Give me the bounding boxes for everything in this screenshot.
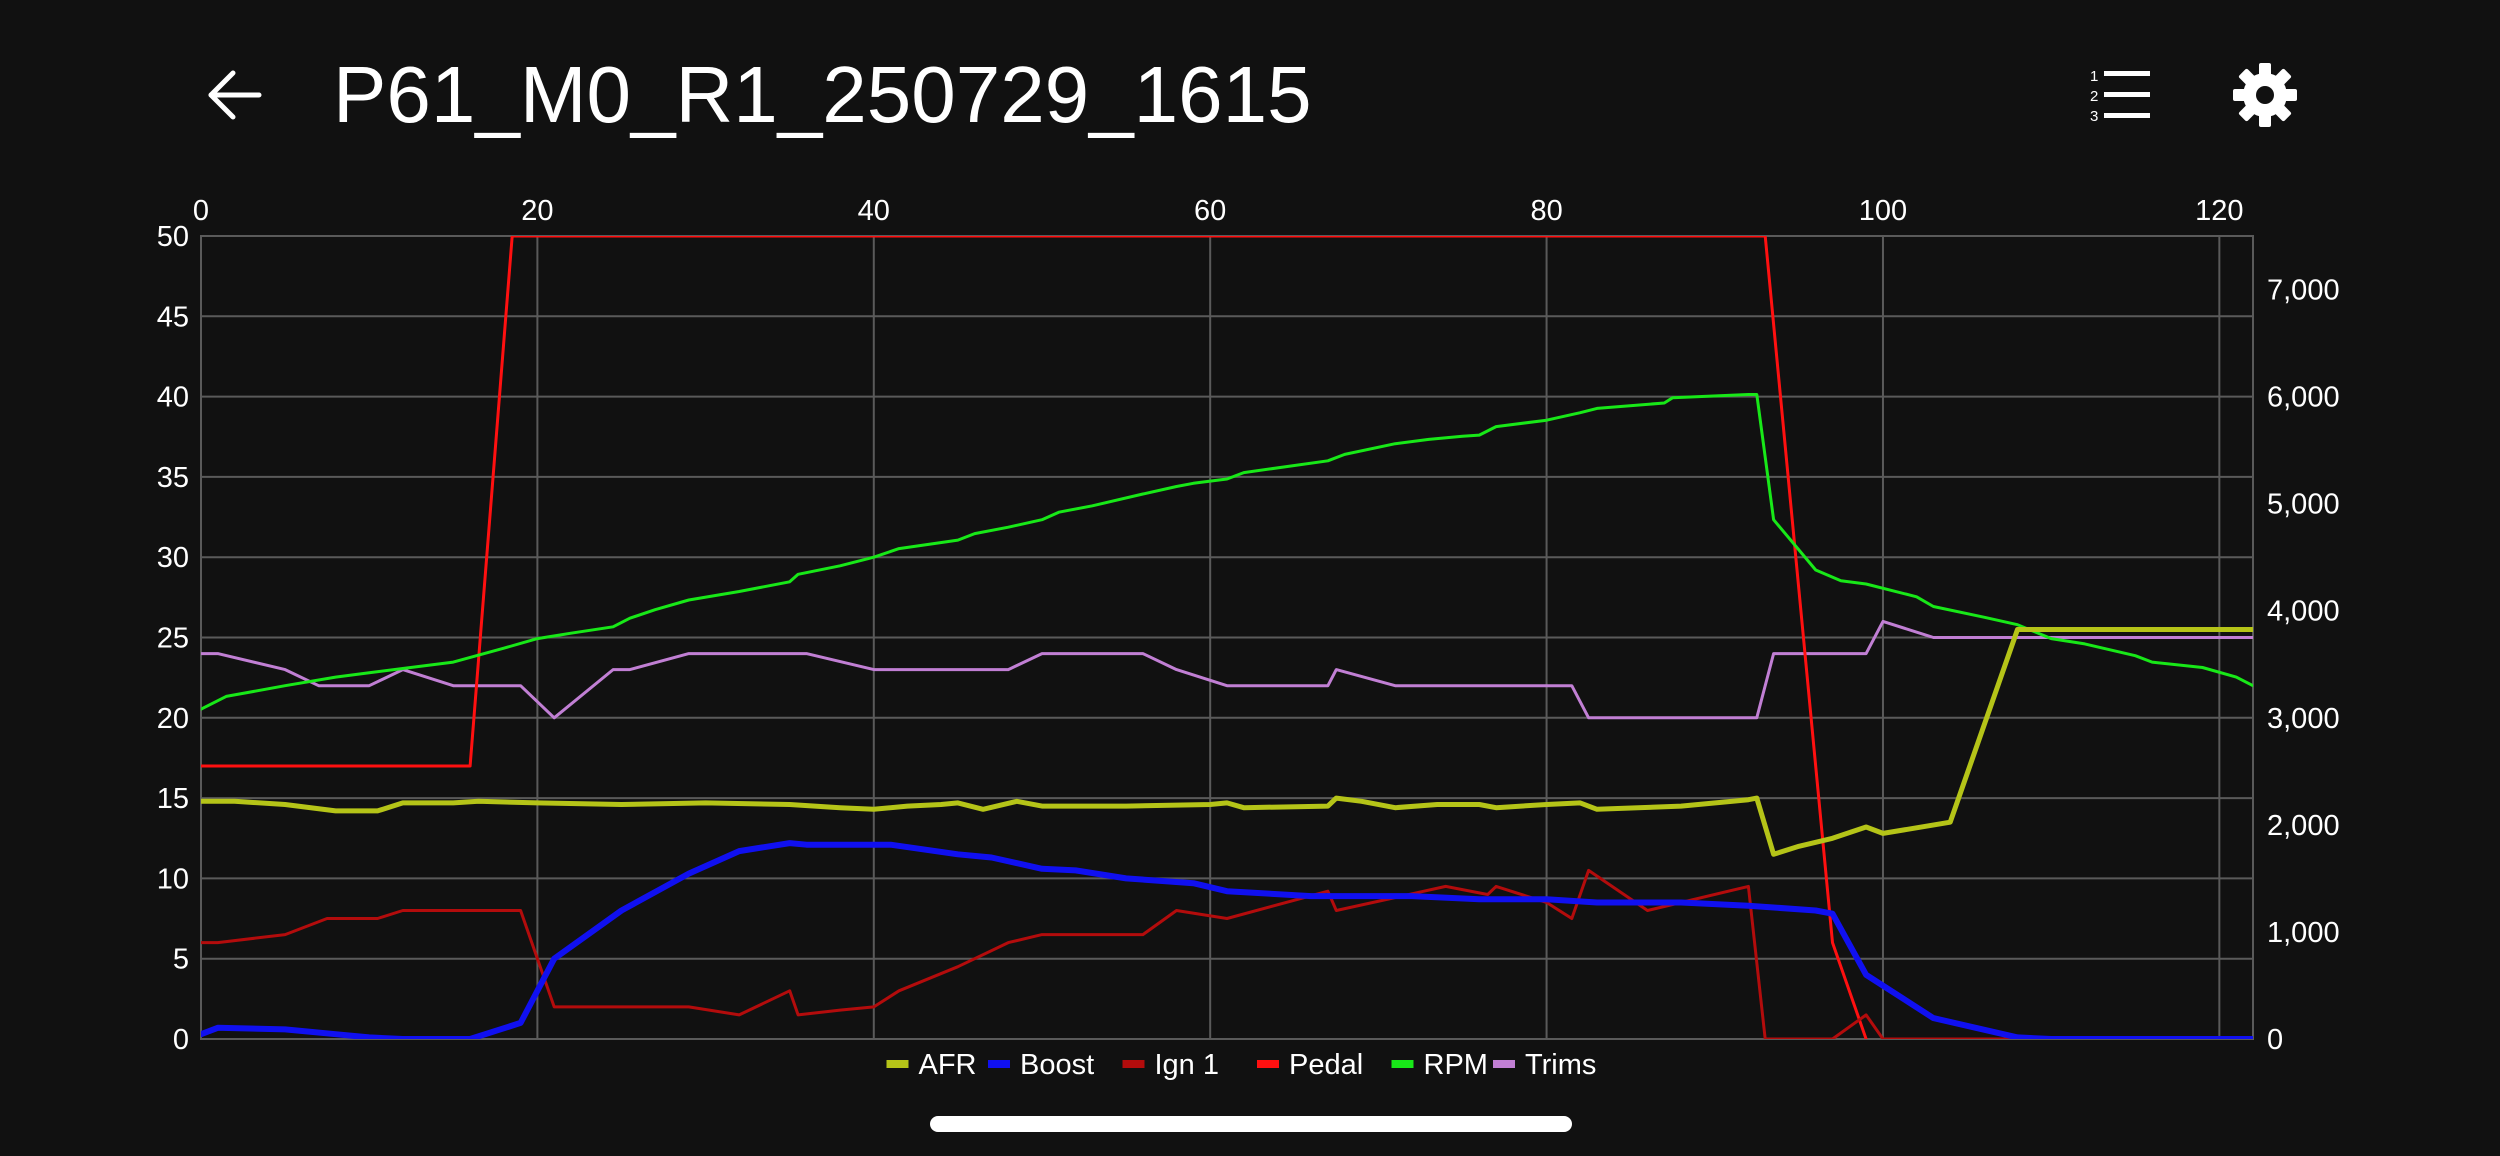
x-tick-label: 0 bbox=[193, 195, 209, 227]
y-left-tick-label: 35 bbox=[157, 462, 189, 494]
legend-swatch-afr bbox=[886, 1060, 909, 1068]
y-left-tick-label: 10 bbox=[157, 863, 189, 895]
top-app-bar: P61_M0_R1_250729_1615 1 2 3 bbox=[0, 0, 2500, 190]
y-left-tick-label: 30 bbox=[157, 542, 189, 574]
y-left-tick-label: 5 bbox=[173, 944, 189, 976]
svg-text:2: 2 bbox=[2090, 88, 2098, 105]
y-left-tick-label: 45 bbox=[157, 301, 189, 333]
y-left-tick-label: 0 bbox=[173, 1024, 189, 1056]
legend-swatch-boost bbox=[988, 1060, 1010, 1068]
y-left-tick-label: 15 bbox=[157, 783, 189, 815]
legend-label-pedal: Pedal bbox=[1289, 1049, 1363, 1081]
y-left-tick-label: 40 bbox=[157, 382, 189, 414]
legend-swatch-ign-1 bbox=[1122, 1060, 1145, 1068]
x-tick-label: 100 bbox=[1859, 195, 1907, 227]
svg-text:1: 1 bbox=[2090, 68, 2098, 85]
legend-label-ign-1: Ign 1 bbox=[1155, 1049, 1220, 1081]
legend-label-rpm: RPM bbox=[1424, 1049, 1488, 1081]
home-indicator[interactable] bbox=[930, 1116, 1572, 1132]
legend-swatch-pedal bbox=[1257, 1060, 1279, 1068]
series-line-rpm bbox=[201, 393, 2253, 711]
numbered-list-button[interactable]: 1 2 3 bbox=[2080, 55, 2160, 135]
back-button[interactable] bbox=[195, 55, 275, 135]
settings-button[interactable] bbox=[2222, 52, 2308, 138]
y-right-tick-label: 1,000 bbox=[2267, 917, 2340, 949]
legend-label-boost: Boost bbox=[1020, 1049, 1094, 1081]
legend: AFR Boost Ign 1 Pedal RPM Trims bbox=[886, 1049, 1596, 1081]
gear-icon bbox=[2233, 63, 2297, 127]
series-line-trims bbox=[201, 619, 2253, 720]
legend-label-trims: Trims bbox=[1525, 1049, 1596, 1081]
y-left-tick-label: 50 bbox=[157, 221, 189, 253]
x-tick-label: 20 bbox=[521, 195, 553, 227]
y-left-tick-label: 25 bbox=[157, 623, 189, 655]
series-line-boost bbox=[201, 840, 2253, 1039]
legend-label-afr: AFR bbox=[919, 1049, 977, 1081]
y-right-tick-label: 5,000 bbox=[2267, 489, 2340, 521]
series-line-ign-1 bbox=[201, 868, 2253, 1039]
arrow-left-icon bbox=[208, 70, 262, 120]
y-right-tick-label: 4,000 bbox=[2267, 596, 2340, 628]
series-line-afr bbox=[201, 627, 2253, 857]
y-right-tick-label: 3,000 bbox=[2267, 703, 2340, 735]
line-chart[interactable]: 051015202530354045500 20 40 60 80 100 12001,00… bbox=[0, 180, 2500, 1100]
svg-text:3: 3 bbox=[2090, 108, 2098, 125]
y-left-tick-label: 20 bbox=[157, 703, 189, 735]
legend-swatch-trims bbox=[1493, 1060, 1515, 1068]
page-title: P61_M0_R1_250729_1615 bbox=[333, 50, 1312, 139]
y-right-tick-label: 2,000 bbox=[2267, 810, 2340, 842]
legend-swatch-rpm bbox=[1391, 1060, 1414, 1068]
x-tick-label: 40 bbox=[858, 195, 890, 227]
x-tick-label: 60 bbox=[1194, 195, 1226, 227]
y-right-tick-label: 6,000 bbox=[2267, 382, 2340, 414]
numbered-list-icon: 1 2 3 bbox=[2090, 68, 2150, 125]
x-tick-label: 120 bbox=[2195, 195, 2243, 227]
y-right-tick-label: 7,000 bbox=[2267, 275, 2340, 307]
x-tick-label: 80 bbox=[1530, 195, 1562, 227]
y-right-tick-label: 0 bbox=[2267, 1024, 2283, 1056]
